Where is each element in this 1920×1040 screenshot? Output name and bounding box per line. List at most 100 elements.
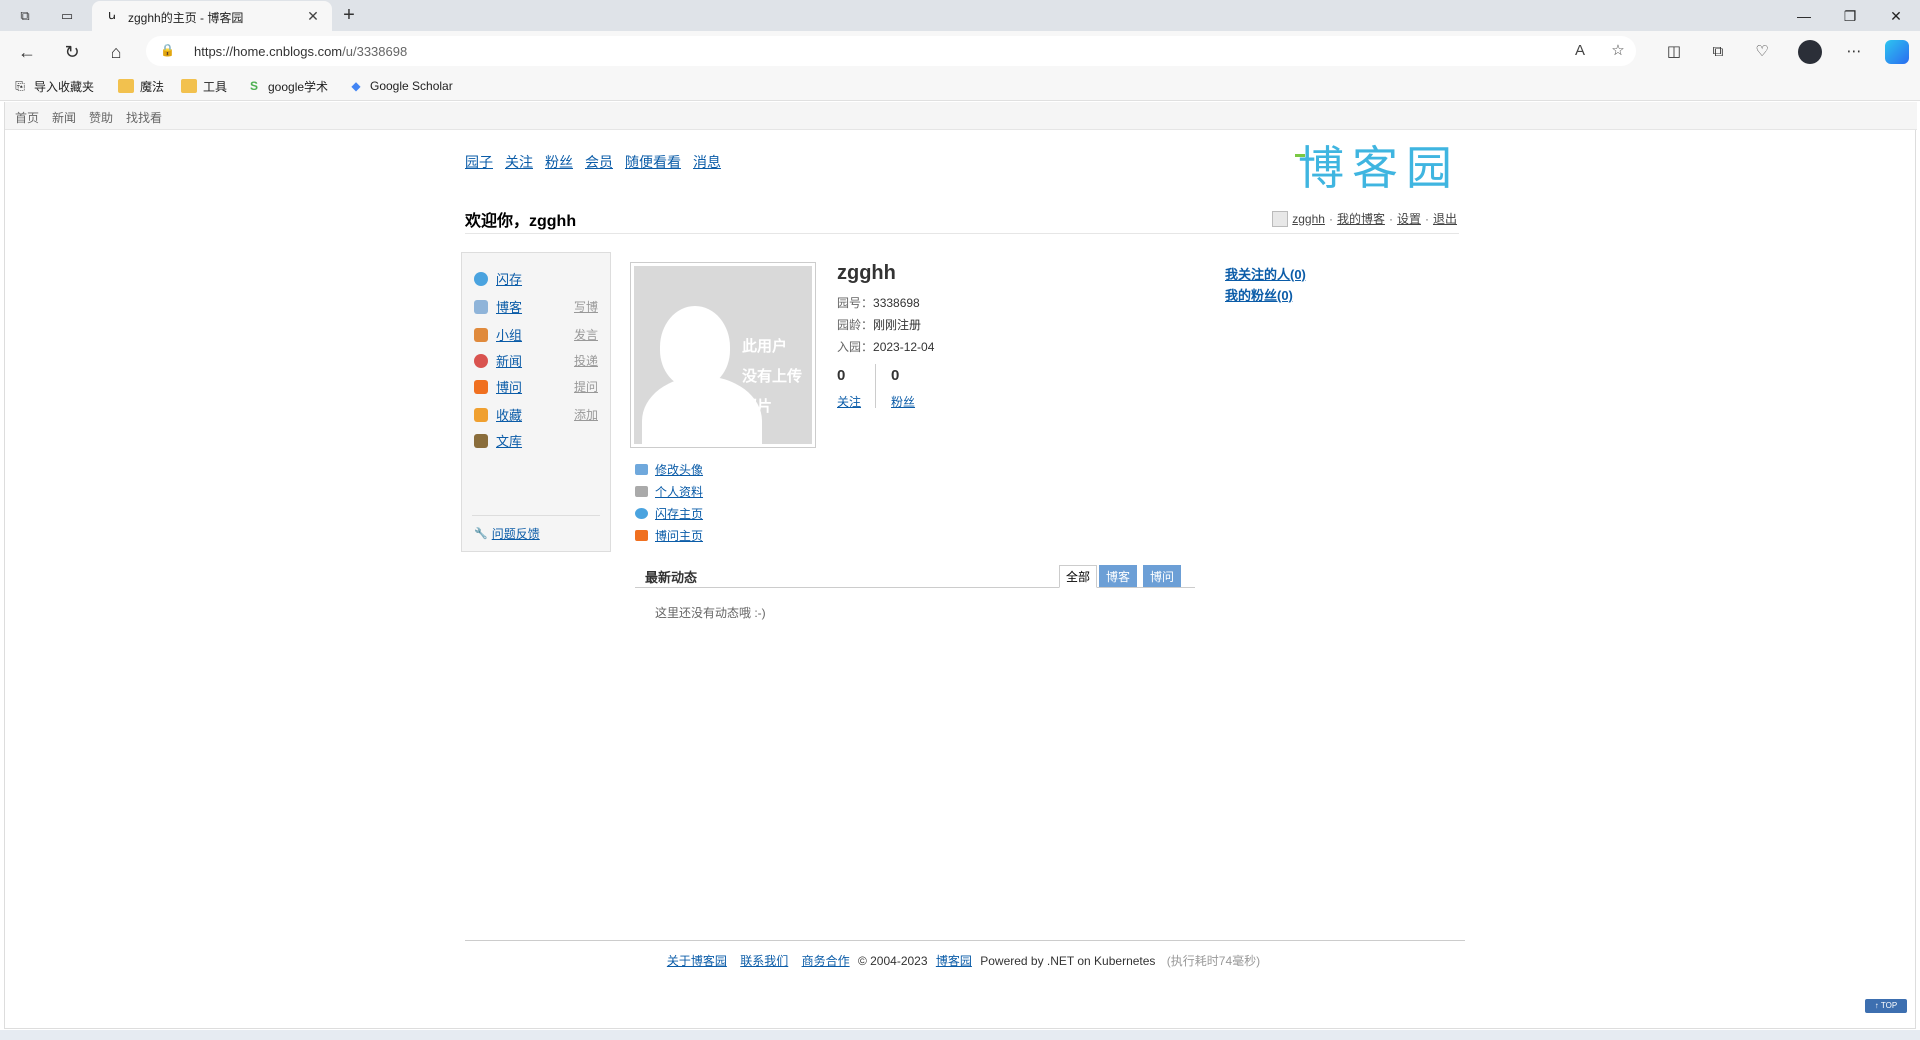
more-options-icon[interactable]: ⋯ [1842, 40, 1866, 64]
tab-all[interactable]: 全部 [1059, 565, 1098, 588]
collections-icon[interactable]: ⧉ [1706, 40, 1730, 64]
bookmark-folder-magic[interactable]: 魔法 [118, 78, 164, 94]
nav-random[interactable]: 随便看看 [625, 152, 681, 172]
copilot-icon[interactable] [1885, 40, 1909, 64]
sidebar-item-news: 新闻 投递 [474, 351, 598, 370]
user-name-link[interactable]: zgghh [1292, 212, 1325, 226]
activity-header: 最新动态 全部 博客 博问 [635, 564, 1195, 588]
ask-question-link[interactable]: 提问 [574, 378, 598, 395]
divider [875, 364, 876, 408]
following-count: 0 [837, 367, 846, 384]
new-tab-icon[interactable]: + [338, 5, 360, 27]
home-icon[interactable]: ⌂ [104, 40, 128, 64]
logo-accent [1295, 154, 1305, 157]
split-screen-icon[interactable]: ◫ [1662, 40, 1686, 64]
edit-avatar-item: 修改头像 [635, 461, 703, 478]
divider [465, 940, 1465, 941]
logout-link[interactable]: 退出 [1433, 210, 1457, 227]
nav-sponsor-link[interactable]: 赞助 [89, 109, 113, 126]
sidebar-group-link[interactable]: 小组 [496, 325, 522, 344]
sidebar-favorites-link[interactable]: 收藏 [496, 405, 522, 424]
my-following-link[interactable]: 我关注的人(0) [1225, 267, 1306, 282]
edit-avatar-link[interactable]: 修改头像 [655, 461, 703, 478]
sidebar-item-feedback: 🔧 问题反馈 [474, 525, 598, 542]
brand-link[interactable]: 博客园 [936, 954, 972, 968]
no-photo-line: 照片 [742, 398, 773, 415]
browser-tab-active[interactable]: ꭎ zgghh的主页 - 博客园 ✕ [92, 1, 332, 31]
nav-membership[interactable]: 会员 [585, 152, 613, 172]
business-link[interactable]: 商务合作 [802, 954, 850, 968]
group-post-link[interactable]: 发言 [574, 326, 598, 343]
personal-info-link[interactable]: 个人资料 [655, 483, 703, 500]
bookmarks-bar: ⎘ 导入收藏夹 魔法 工具 Sgoogle学术 ◆ Google Scholar [0, 71, 1920, 101]
info-label: 园号： [837, 296, 874, 310]
bookmark-folder-tools[interactable]: 工具 [181, 78, 227, 94]
back-icon[interactable]: ← [15, 40, 39, 64]
write-blog-link[interactable]: 写博 [574, 298, 598, 315]
separator: · [1424, 211, 1429, 226]
minimize-icon[interactable]: — [1784, 4, 1824, 28]
nav-garden[interactable]: 园子 [465, 152, 493, 172]
sidebar-blog-link[interactable]: 博客 [496, 297, 522, 316]
sidebar-item-group: 小组 发言 [474, 325, 598, 344]
powered-by-text: Powered by .NET on Kubernetes [980, 954, 1156, 968]
followers-link[interactable]: 粉丝 [891, 393, 915, 410]
sidebar-library-link[interactable]: 文库 [496, 431, 522, 450]
my-followers-link[interactable]: 我的粉丝(0) [1225, 288, 1293, 303]
sidebar-questions-link[interactable]: 博问 [496, 377, 522, 396]
mini-avatar[interactable] [1272, 210, 1289, 227]
nav-followers[interactable]: 粉丝 [545, 152, 573, 172]
user-avatar[interactable]: 此用户 没有上传 照片 [630, 262, 816, 448]
add-favorite-link[interactable]: 添加 [574, 406, 598, 423]
settings-link[interactable]: 设置 [1397, 210, 1421, 227]
feedback-link[interactable]: 问题反馈 [492, 525, 540, 542]
activity-empty-message: 这里还没有动态哦 :-) [655, 606, 766, 620]
contact-link[interactable]: 联系我们 [740, 954, 788, 968]
refresh-icon[interactable]: ↻ [60, 40, 84, 64]
logo-text: 博客园 [1298, 141, 1460, 194]
restore-icon[interactable]: ❐ [1830, 4, 1870, 28]
welcome-heading: 欢迎你，zgghh [465, 213, 577, 230]
tab-blog[interactable]: 博客 [1099, 565, 1138, 587]
lock-icon[interactable]: 🔒 [160, 43, 175, 57]
my-blog-link[interactable]: 我的博客 [1337, 210, 1385, 227]
bookmark-google-scholar-cn[interactable]: Sgoogle学术 [246, 78, 328, 94]
nav-following[interactable]: 关注 [505, 152, 533, 172]
tab-questions[interactable]: 博问 [1143, 565, 1182, 587]
read-aloud-icon[interactable]: A [1570, 41, 1590, 61]
page-footer: 关于博客园 联系我们 商务合作 © 2004-2023 博客园 Powered … [5, 952, 1917, 969]
back-to-top-button[interactable]: ↑ TOP [1865, 999, 1907, 1013]
questions-home-link[interactable]: 博问主页 [655, 527, 703, 544]
profile-avatar[interactable] [1798, 40, 1822, 64]
tab-actions-icon[interactable]: ▭ [58, 7, 76, 25]
close-tab-icon[interactable]: ✕ [304, 7, 322, 25]
close-window-icon[interactable]: ✕ [1876, 4, 1916, 28]
bookmark-import[interactable]: ⎘ 导入收藏夹 [12, 78, 94, 94]
sidebar-item-library: 文库 [474, 431, 598, 450]
nav-home-link[interactable]: 首页 [15, 109, 39, 126]
url-field[interactable]: 🔒 https://home.cnblogs.com/u/3338698 A ☆ [146, 36, 1636, 66]
sidebar-flash-link[interactable]: 闪存 [496, 269, 522, 288]
nav-search-link[interactable]: 找找看 [126, 109, 162, 126]
profile-joined: 入园：2023-12-04 [837, 338, 934, 355]
browser-essentials-icon[interactable]: ♡ [1750, 40, 1774, 64]
profile-age: 园龄：刚刚注册 [837, 316, 921, 333]
user-links: zgghh · 我的博客 · 设置 · 退出 [1272, 210, 1457, 227]
import-icon: ⎘ [15, 79, 25, 93]
favorite-star-icon[interactable]: ☆ [1608, 41, 1628, 61]
scholar-cap-icon: ◆ [351, 79, 361, 93]
submit-news-link[interactable]: 投递 [574, 352, 598, 369]
workspaces-icon[interactable]: ⧉ [16, 7, 34, 25]
nav-messages[interactable]: 消息 [693, 152, 721, 172]
cnblogs-logo[interactable]: 博客园 [1291, 138, 1467, 194]
flash-home-link[interactable]: 闪存主页 [655, 505, 703, 522]
nav-news-link[interactable]: 新闻 [52, 109, 76, 126]
activity-title: 最新动态 [645, 570, 698, 585]
following-link[interactable]: 关注 [837, 393, 861, 410]
bookmark-google-scholar[interactable]: ◆ Google Scholar [348, 78, 452, 94]
about-link[interactable]: 关于博客园 [667, 954, 727, 968]
info-label: 入园： [837, 340, 874, 354]
left-sidebar: 闪存 博客 写博 小组 发言 新闻 投递 博问 提问 收藏 添加 文库 🔧 问题… [461, 252, 611, 552]
sidebar-news-link[interactable]: 新闻 [496, 351, 522, 370]
no-photo-line: 没有上传 [742, 368, 803, 385]
